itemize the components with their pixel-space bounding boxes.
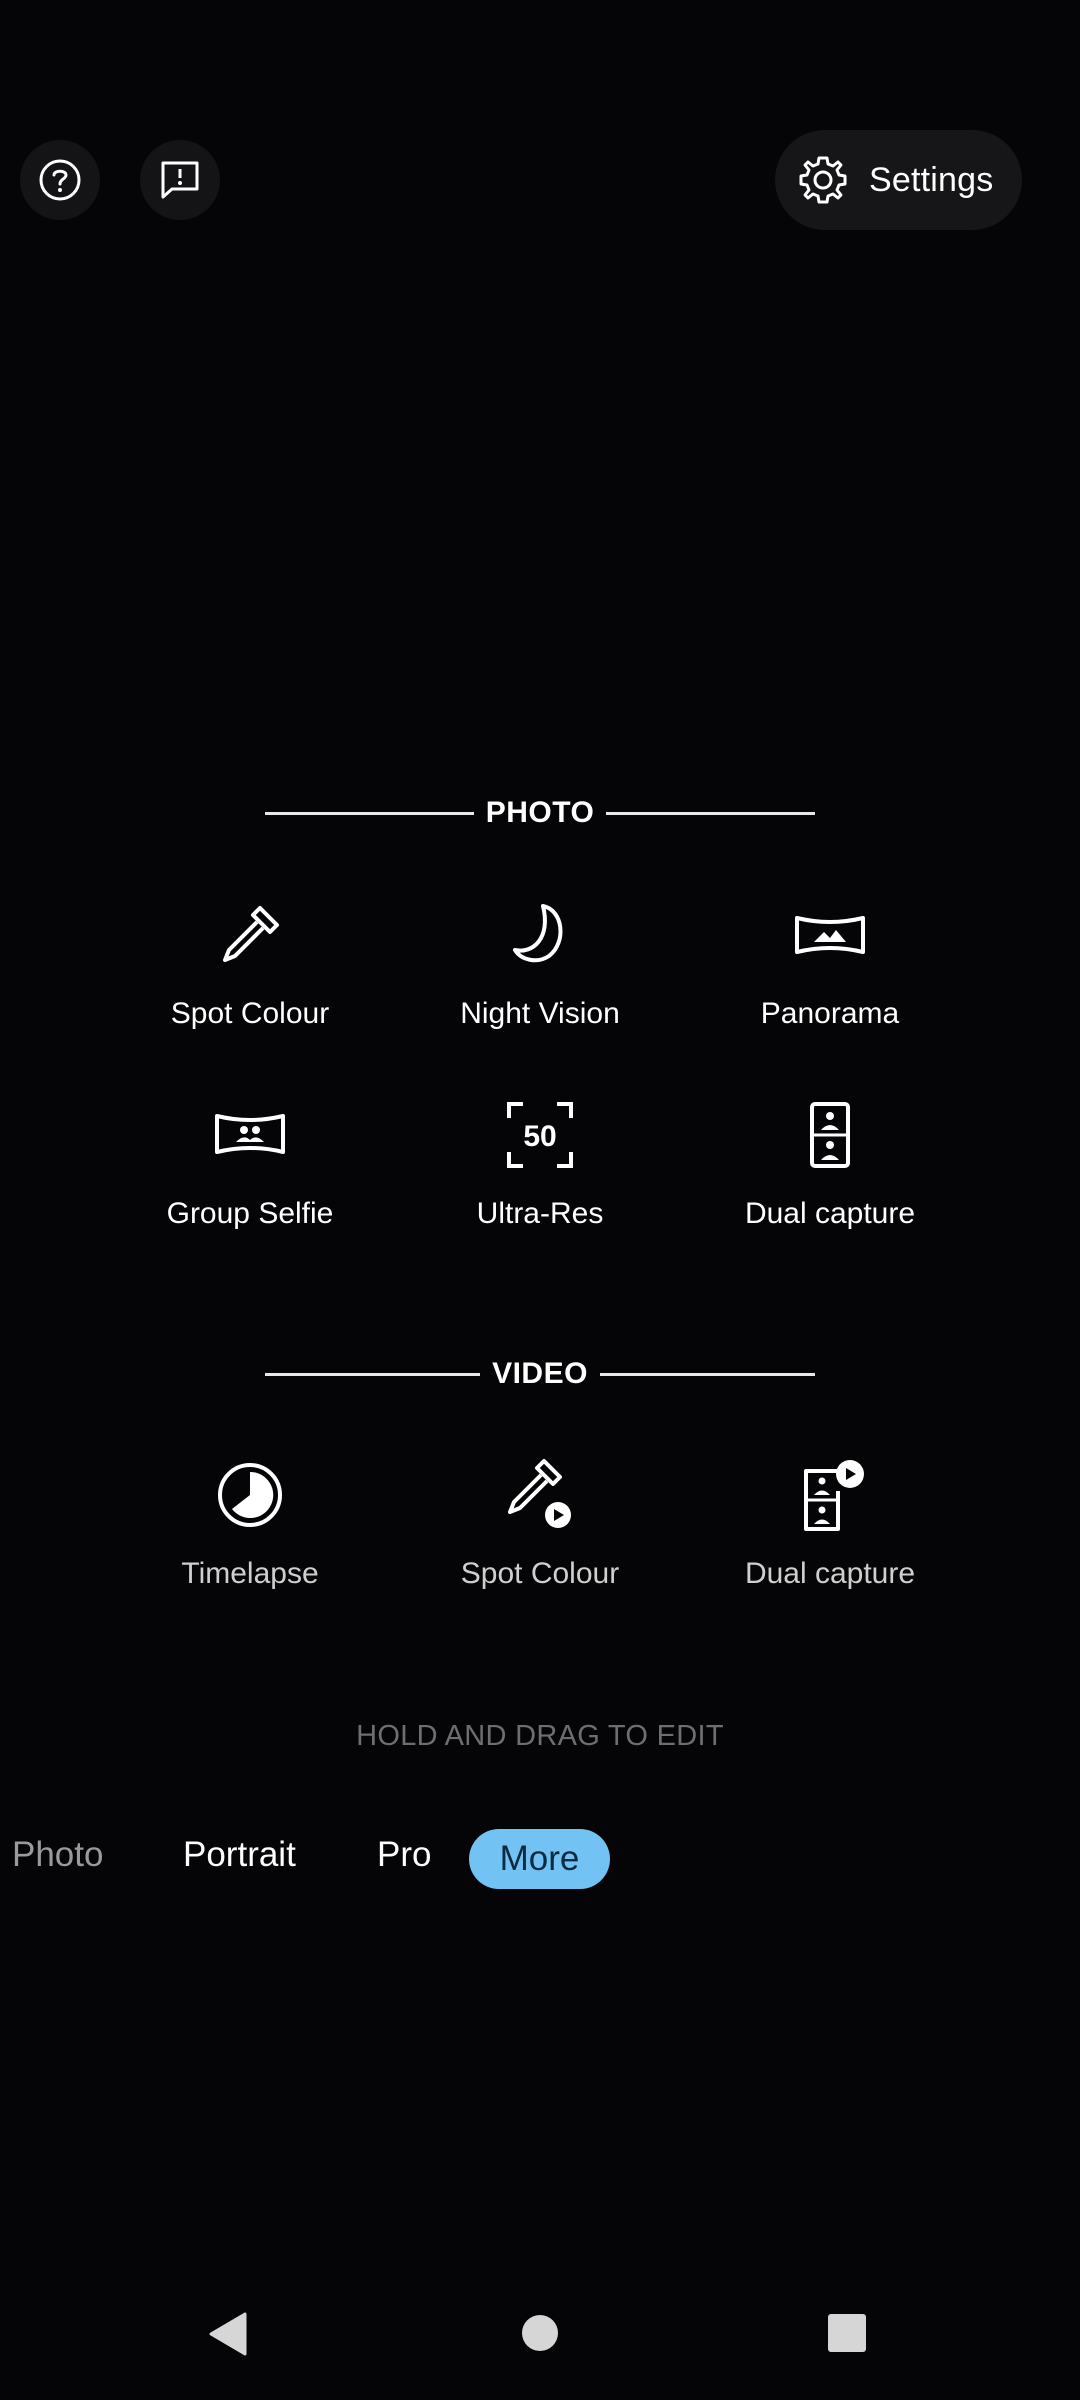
back-triangle-icon (209, 2312, 247, 2356)
svg-text:50: 50 (523, 1120, 556, 1153)
mode-ultra-res[interactable]: 50 Ultra-Res (395, 1095, 685, 1265)
video-section-header: VIDEO (265, 1354, 816, 1394)
settings-label: Settings (869, 160, 994, 199)
mode-label: Ultra-Res (476, 1197, 604, 1230)
carousel-photo[interactable]: Photo (12, 1835, 103, 1875)
help-circle-icon (39, 159, 81, 201)
carousel-portrait[interactable]: Portrait (183, 1835, 296, 1875)
mode-panorama[interactable]: Panorama (685, 895, 975, 1065)
eyedropper-icon (223, 906, 279, 962)
panorama-icon (795, 916, 865, 954)
timelapse-icon (218, 1463, 282, 1527)
gear-icon (799, 156, 847, 204)
ultra-res-50-icon: 50 (507, 1102, 573, 1168)
video-section-title: VIDEO (492, 1357, 588, 1390)
mode-spot-colour[interactable]: Spot Colour (105, 895, 395, 1065)
mode-label: Group Selfie (166, 1197, 334, 1230)
mode-label: Spot Colour (170, 997, 330, 1030)
dual-capture-video-icon (804, 1460, 864, 1531)
drag-hint: HOLD AND DRAG TO EDIT (356, 1720, 724, 1752)
recents-square-icon (828, 2314, 866, 2352)
carousel-more[interactable]: More (469, 1829, 610, 1889)
mode-label: Dual capture (744, 1557, 916, 1590)
mode-timelapse[interactable]: Timelapse (105, 1455, 395, 1625)
photo-section-title: PHOTO (485, 796, 595, 829)
mode-label: Spot Colour (460, 1557, 620, 1590)
eyedropper-video-icon (508, 1459, 571, 1528)
divider (606, 811, 816, 815)
moon-icon (513, 904, 563, 963)
back-button[interactable] (205, 2310, 249, 2363)
mode-label: Panorama (760, 997, 900, 1030)
carousel-pro[interactable]: Pro (377, 1835, 431, 1875)
feedback-icon (161, 161, 199, 199)
mode-label: Timelapse (181, 1557, 319, 1590)
settings-button[interactable]: Settings (775, 130, 1022, 230)
photo-section-header: PHOTO (265, 793, 816, 833)
mode-video-dual-capture[interactable]: Dual capture (685, 1455, 975, 1625)
divider (599, 1372, 816, 1376)
mode-night-vision[interactable]: Night Vision (395, 895, 685, 1065)
mode-label: Night Vision (460, 997, 620, 1030)
help-button[interactable] (20, 140, 100, 220)
dual-capture-icon (810, 1102, 850, 1168)
home-circle-icon (522, 2315, 558, 2351)
mode-dual-capture[interactable]: Dual capture (685, 1095, 975, 1265)
group-selfie-icon (215, 1114, 285, 1154)
recents-button[interactable] (827, 2313, 867, 2358)
divider (265, 1372, 481, 1376)
home-button[interactable] (520, 2313, 560, 2358)
mode-label: Dual capture (744, 1197, 916, 1230)
feedback-button[interactable] (140, 140, 220, 220)
mode-video-spot-colour[interactable]: Spot Colour (395, 1455, 685, 1625)
mode-group-selfie[interactable]: Group Selfie (105, 1095, 395, 1265)
divider (265, 811, 474, 815)
